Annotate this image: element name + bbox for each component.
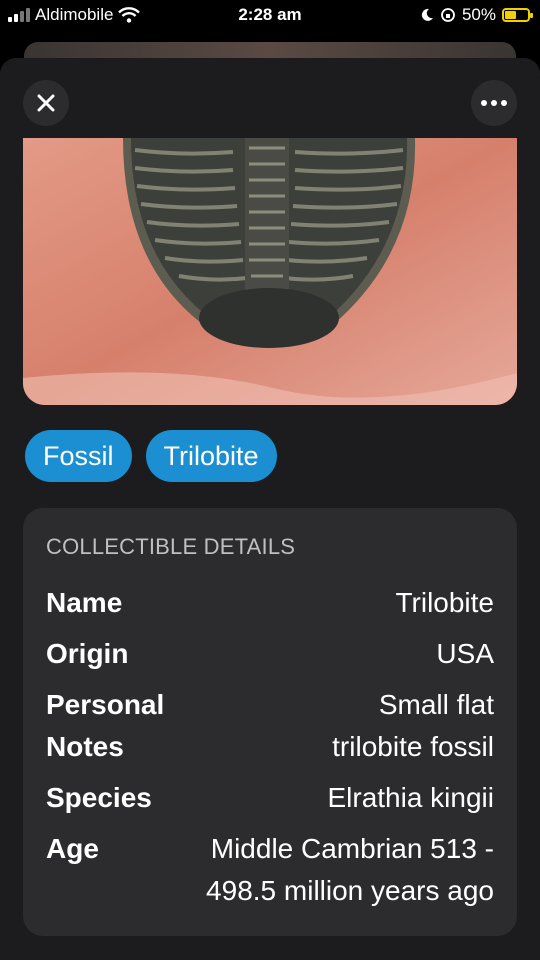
moon-icon — [421, 8, 433, 21]
status-bar: Aldimobile 2:28 am 50% — [0, 0, 540, 34]
tag-list: Fossil Trilobite — [25, 430, 277, 482]
detail-value: USA — [436, 638, 494, 669]
detail-row-species: Species Elrathia kingii — [46, 777, 494, 819]
collectible-details-card: COLLECTIBLE DETAILS Name Trilobite Origi… — [23, 508, 517, 936]
close-icon — [37, 94, 55, 112]
detail-value: Small flat trilobite fossil — [332, 689, 494, 762]
detail-row-name: Name Trilobite — [46, 582, 494, 624]
close-button[interactable] — [23, 80, 69, 126]
trilobite-image — [23, 138, 517, 405]
detail-value: Elrathia kingii — [327, 782, 494, 813]
detail-key: Species — [46, 782, 152, 813]
more-button[interactable] — [471, 80, 517, 126]
battery-icon — [502, 8, 533, 22]
more-icon — [481, 100, 507, 106]
battery-percent: 50% — [461, 5, 496, 24]
status-right: 50% — [420, 5, 533, 25]
detail-row-personal-notes: Personal Notes Small flat trilobite foss… — [46, 684, 494, 768]
detail-value: Middle Cambrian 513 - 498.5 million year… — [206, 833, 494, 906]
detail-value: Trilobite — [395, 587, 494, 618]
tag-trilobite[interactable]: Trilobite — [145, 430, 277, 482]
detail-key: Personal Notes — [46, 689, 165, 762]
detail-row-origin: Origin USA — [46, 633, 494, 675]
collectible-photo[interactable] — [23, 138, 517, 405]
tag-fossil[interactable]: Fossil — [25, 430, 132, 482]
detail-key: Origin — [46, 638, 129, 669]
details-heading: COLLECTIBLE DETAILS — [46, 534, 296, 559]
detail-key: Age — [46, 833, 99, 864]
detail-key: Name — [46, 587, 123, 618]
detail-row-age: Age Middle Cambrian 513 - 498.5 million … — [46, 828, 494, 912]
orientation-lock-icon — [441, 8, 455, 22]
detail-sheet: Fossil Trilobite COLLECTIBLE DETAILS Nam… — [0, 58, 540, 960]
